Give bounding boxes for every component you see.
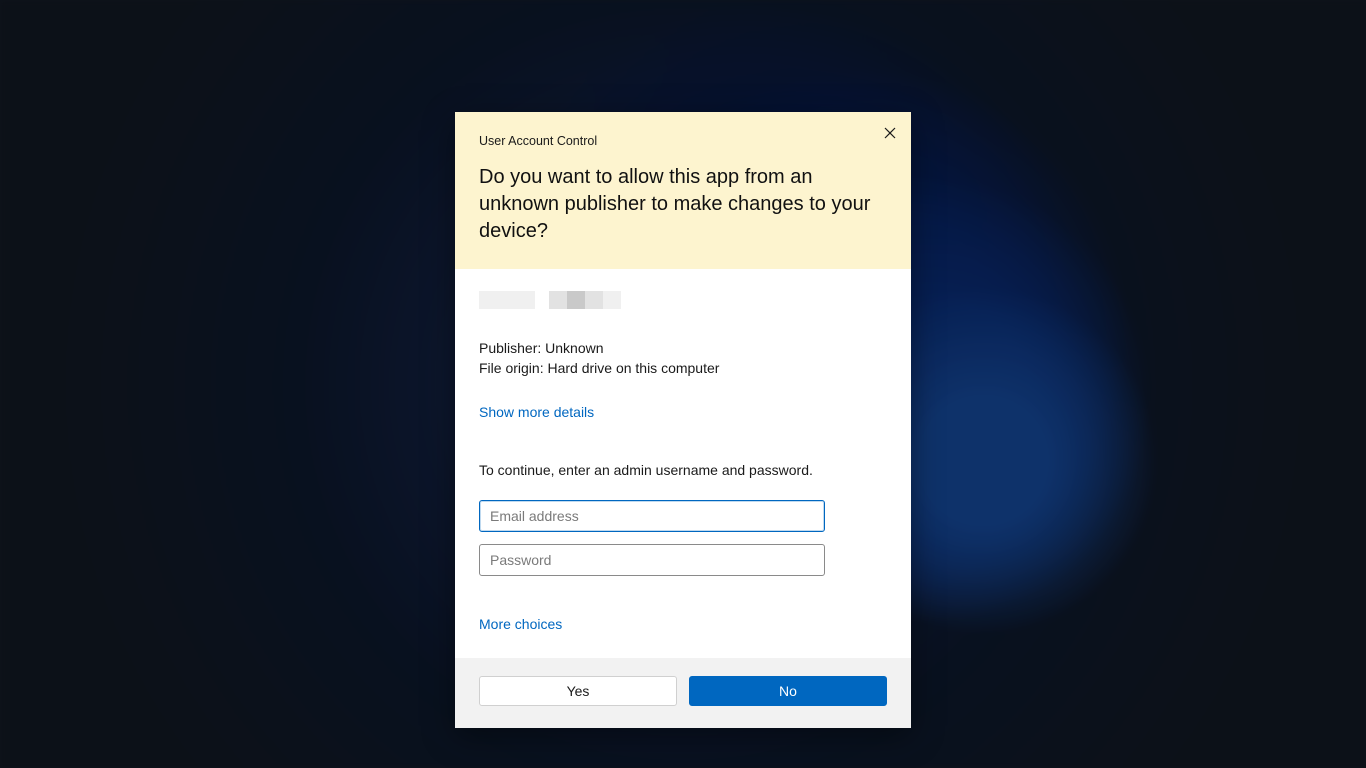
no-button[interactable]: No [689,676,887,706]
publisher-line: Publisher: Unknown [479,339,887,359]
show-more-details-link[interactable]: Show more details [479,404,594,420]
dialog-footer: Yes No [455,658,911,728]
continue-prompt: To continue, enter an admin username and… [479,462,887,478]
dialog-body: Publisher: Unknown File origin: Hard dri… [455,269,911,658]
yes-button[interactable]: Yes [479,676,677,706]
email-field[interactable] [479,500,825,532]
redacted-block [549,291,621,309]
dialog-title: User Account Control [479,134,887,148]
dialog-heading: Do you want to allow this app from an un… [479,164,887,245]
close-icon [884,127,896,139]
uac-dialog: User Account Control Do you want to allo… [455,112,911,728]
dialog-header: User Account Control Do you want to allo… [455,112,911,269]
program-name-redacted [479,291,887,309]
password-field[interactable] [479,544,825,576]
close-button[interactable] [875,118,905,148]
more-choices-link[interactable]: More choices [479,616,562,632]
file-origin-line: File origin: Hard drive on this computer [479,359,887,379]
redacted-block [479,291,535,309]
